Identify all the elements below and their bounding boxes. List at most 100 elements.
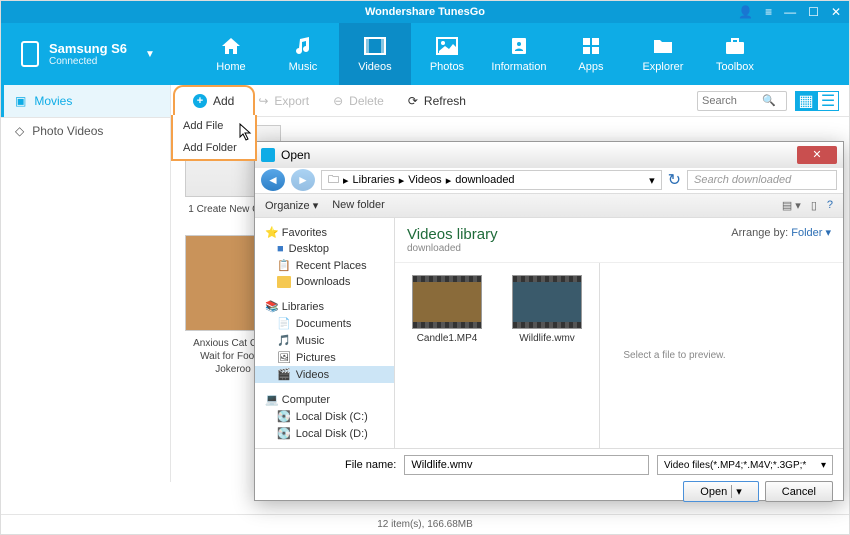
export-button[interactable]: ↪ Export — [246, 90, 321, 112]
main-navbar: Samsung S6 Connected ▼ Home Music Videos… — [1, 23, 849, 85]
nav-label: Music — [289, 61, 318, 73]
dialog-titlebar: Open ✕ — [255, 142, 843, 168]
nav-information[interactable]: Information — [483, 23, 555, 85]
search-placeholder: Search downloaded — [694, 174, 791, 186]
briefcase-icon — [723, 35, 747, 57]
content-toolbar: + Add ↪ Export ⊖ Delete ⟳ Refresh 🔍 ▦ ☰ — [171, 85, 849, 117]
help-icon[interactable]: ? — [827, 199, 833, 212]
window-titlebar: Wondershare TunesGo 👤 ≡ — ☐ ✕ — [1, 1, 849, 23]
statusbar: 12 item(s), 166.68MB — [1, 514, 849, 534]
tree-music[interactable]: 🎵Music — [255, 332, 394, 349]
music-icon — [291, 35, 315, 57]
forward-button[interactable]: ► — [291, 169, 315, 191]
nav-label: Apps — [578, 61, 603, 73]
filename-label: File name: — [345, 459, 396, 471]
address-bar[interactable]: 🗀 ▸ Libraries ▸ Videos ▸ downloaded ▾ — [321, 170, 662, 190]
camera-icon: ◇ — [15, 124, 24, 138]
user-icon[interactable]: 👤 — [738, 5, 753, 19]
new-folder-button[interactable]: New folder — [332, 199, 385, 211]
organize-button[interactable]: Organize ▾ — [265, 199, 318, 212]
filename-input[interactable] — [404, 455, 649, 475]
tree-disk-c[interactable]: 💽Local Disk (C:) — [255, 408, 394, 425]
refresh-icon[interactable]: ↻ — [668, 170, 681, 190]
list-view-toggle[interactable]: ☰ — [817, 91, 839, 111]
tree-disk-d[interactable]: 💽Local Disk (D:) — [255, 425, 394, 442]
nav-videos[interactable]: Videos — [339, 23, 411, 85]
tree-videos[interactable]: 🎬Videos — [255, 366, 394, 383]
nav-label: Toolbox — [716, 61, 754, 73]
image-icon — [435, 35, 459, 57]
nav-music[interactable]: Music — [267, 23, 339, 85]
nav-label: Information — [491, 61, 546, 73]
dialog-close-button[interactable]: ✕ — [797, 146, 837, 164]
path-segment[interactable]: downloaded — [455, 174, 514, 186]
minus-icon: ⊖ — [333, 94, 343, 108]
tree-favorites[interactable]: Favorites — [282, 227, 327, 239]
nav-label: Videos — [358, 61, 391, 73]
dialog-search[interactable]: Search downloaded — [687, 170, 837, 190]
open-button[interactable]: Open ▾ — [683, 481, 758, 502]
nav-explorer[interactable]: Explorer — [627, 23, 699, 85]
path-segment[interactable]: Videos — [408, 174, 441, 186]
home-icon — [219, 35, 243, 57]
folder-icon: 🗀 — [328, 171, 339, 190]
nav-home[interactable]: Home — [195, 23, 267, 85]
cancel-button[interactable]: Cancel — [765, 481, 833, 502]
search-input[interactable] — [702, 95, 762, 107]
refresh-button[interactable]: ⟳ Refresh — [396, 90, 478, 112]
nav-toolbox[interactable]: Toolbox — [699, 23, 771, 85]
tree-recent[interactable]: 📋Recent Places — [255, 257, 394, 274]
phone-icon — [21, 41, 39, 67]
nav-apps[interactable]: Apps — [555, 23, 627, 85]
search-box[interactable]: 🔍 — [697, 91, 787, 111]
file-item[interactable]: Wildlife.wmv — [507, 275, 587, 436]
contacts-icon — [507, 35, 531, 57]
file-list: Candle1.MP4 Wildlife.wmv — [395, 263, 599, 448]
maximize-icon[interactable]: ☐ — [808, 5, 819, 19]
window-title: Wondershare TunesGo — [365, 6, 485, 18]
refresh-icon: ⟳ — [408, 94, 418, 108]
status-text: 12 item(s), 166.68MB — [377, 519, 473, 530]
tree-downloads[interactable]: Downloads — [255, 274, 394, 290]
nav-label: Home — [216, 61, 245, 73]
add-button[interactable]: + Add — [181, 90, 246, 112]
tree-libraries[interactable]: Libraries — [282, 301, 324, 313]
nav-label: Photos — [430, 61, 464, 73]
tree-computer[interactable]: Computer — [282, 394, 330, 406]
close-icon[interactable]: ✕ — [831, 5, 841, 19]
nav-photos[interactable]: Photos — [411, 23, 483, 85]
back-button[interactable]: ◄ — [261, 169, 285, 191]
add-folder-item[interactable]: Add Folder — [173, 137, 255, 159]
delete-button[interactable]: ⊖ Delete — [321, 90, 396, 112]
view-mode-icon[interactable]: ▤ ▾ — [782, 199, 801, 212]
library-title: Videos library — [407, 226, 498, 243]
file-item[interactable]: Candle1.MP4 — [407, 275, 487, 436]
path-segment[interactable]: Libraries — [353, 174, 395, 186]
chevron-down-icon: ▼ — [145, 49, 155, 60]
sidebar-item-photo-videos[interactable]: ◇ Photo Videos — [1, 118, 170, 144]
library-subtitle: downloaded — [407, 243, 498, 254]
dialog-toolbar: Organize ▾ New folder ▤ ▾ ▯ ? — [255, 194, 843, 218]
preview-pane: Select a file to preview. — [599, 263, 749, 448]
export-label: Export — [274, 94, 309, 108]
device-selector[interactable]: Samsung S6 Connected ▼ — [1, 41, 175, 67]
preview-pane-icon[interactable]: ▯ — [811, 199, 817, 212]
file-name: Wildlife.wmv — [519, 333, 575, 344]
minimize-icon[interactable]: — — [784, 5, 796, 19]
device-name: Samsung S6 — [49, 41, 127, 56]
add-dropdown-menu: Add File Add Folder — [171, 115, 257, 161]
film-icon: ▣ — [15, 94, 26, 108]
grid-view-toggle[interactable]: ▦ — [795, 91, 817, 111]
tree-desktop[interactable]: ■Desktop — [255, 241, 394, 257]
menu-icon[interactable]: ≡ — [765, 5, 772, 19]
tree-documents[interactable]: 📄Documents — [255, 315, 394, 332]
file-filter[interactable]: Video files(*.MP4;*.M4V;*.3GP;*▾ — [657, 455, 833, 475]
tree-pictures[interactable]: 🖼Pictures — [255, 349, 394, 366]
folder-tree[interactable]: ⭐ Favorites ■Desktop 📋Recent Places Down… — [255, 218, 395, 448]
export-icon: ↪ — [258, 94, 268, 108]
sidebar-label: Movies — [34, 94, 72, 108]
add-file-item[interactable]: Add File — [173, 115, 255, 137]
arrange-by[interactable]: Arrange by: Folder ▾ — [731, 226, 831, 239]
plus-icon: + — [193, 94, 207, 108]
sidebar-item-movies[interactable]: ▣ Movies — [1, 85, 170, 117]
